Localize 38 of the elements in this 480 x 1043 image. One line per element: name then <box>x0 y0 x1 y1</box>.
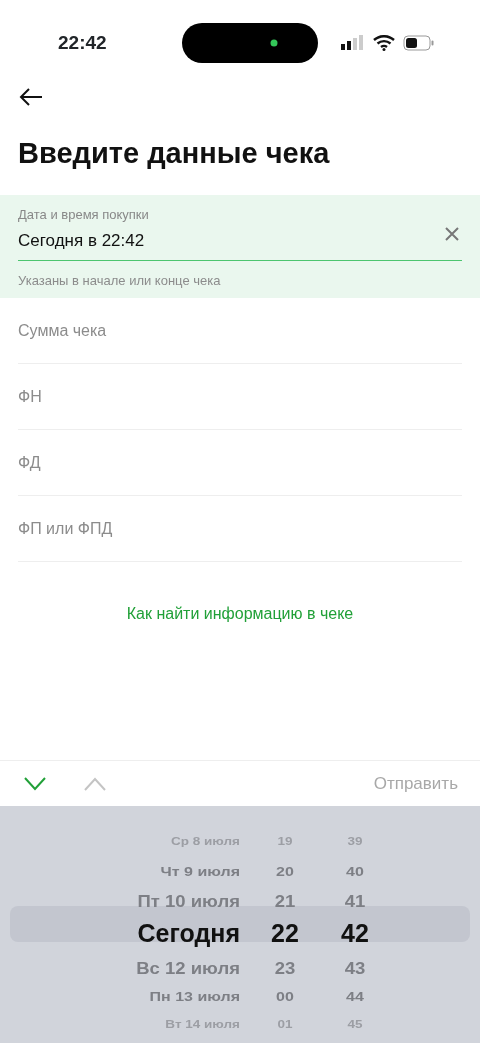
battery-icon <box>403 35 434 51</box>
wifi-icon <box>373 35 395 51</box>
help-link[interactable]: Как найти информацию в чеке <box>126 602 354 627</box>
signal-icon <box>341 35 365 51</box>
picker-day: Чт 9 июля <box>10 861 240 882</box>
page-title: Введите данные чека <box>18 136 331 171</box>
picker-row[interactable]: Пн 13 июля 00 44 <box>10 982 470 1011</box>
picker-day: Пт 10 июля <box>10 887 240 914</box>
picker-row[interactable]: Чт 9 июля 20 40 <box>10 857 470 886</box>
picker-day: Сегодня <box>10 915 240 953</box>
picker-minute: 40 <box>345 862 365 881</box>
chevron-up-icon <box>84 776 106 791</box>
picker-minute: 43 <box>343 956 367 979</box>
input-field[interactable]: ФН <box>18 364 462 430</box>
picker-day: Пн 13 июля <box>10 986 240 1007</box>
picker-row[interactable]: Сегодня 22 42 <box>10 915 470 953</box>
indicator-dot-icon <box>270 39 277 47</box>
next-field-button[interactable] <box>24 776 46 791</box>
picker-day: Вс 12 июля <box>10 954 240 981</box>
field-value: Сегодня в 22:42 <box>18 230 146 253</box>
status-time: 22:42 <box>58 30 108 55</box>
picker-hour: 20 <box>275 862 295 881</box>
picker-hour: 00 <box>275 987 295 1006</box>
input-field[interactable]: ФП или ФПД <box>18 496 462 562</box>
chevron-down-icon <box>24 776 46 791</box>
picker-hour: 21 <box>273 889 297 912</box>
input-field[interactable]: ФД <box>18 430 462 496</box>
picker-row[interactable]: Пт 10 июля 21 41 <box>10 886 470 915</box>
picker-minute: 44 <box>345 987 365 1006</box>
picker-hour: 22 <box>270 918 300 950</box>
picker-minute: 42 <box>340 918 370 950</box>
picker-minute: 41 <box>343 889 367 912</box>
input-field[interactable]: Сумма чека <box>18 298 462 364</box>
field-label: Дата и время покупки <box>18 205 149 224</box>
picker-hour: 23 <box>273 956 297 979</box>
field-hint: Указаны в начале или конце чека <box>18 271 222 290</box>
picker-row[interactable]: Вс 12 июля 23 43 <box>10 953 470 982</box>
date-field[interactable]: Дата и время покупки Сегодня в 22:42 Указаны в начале или конце чека <box>0 194 480 299</box>
